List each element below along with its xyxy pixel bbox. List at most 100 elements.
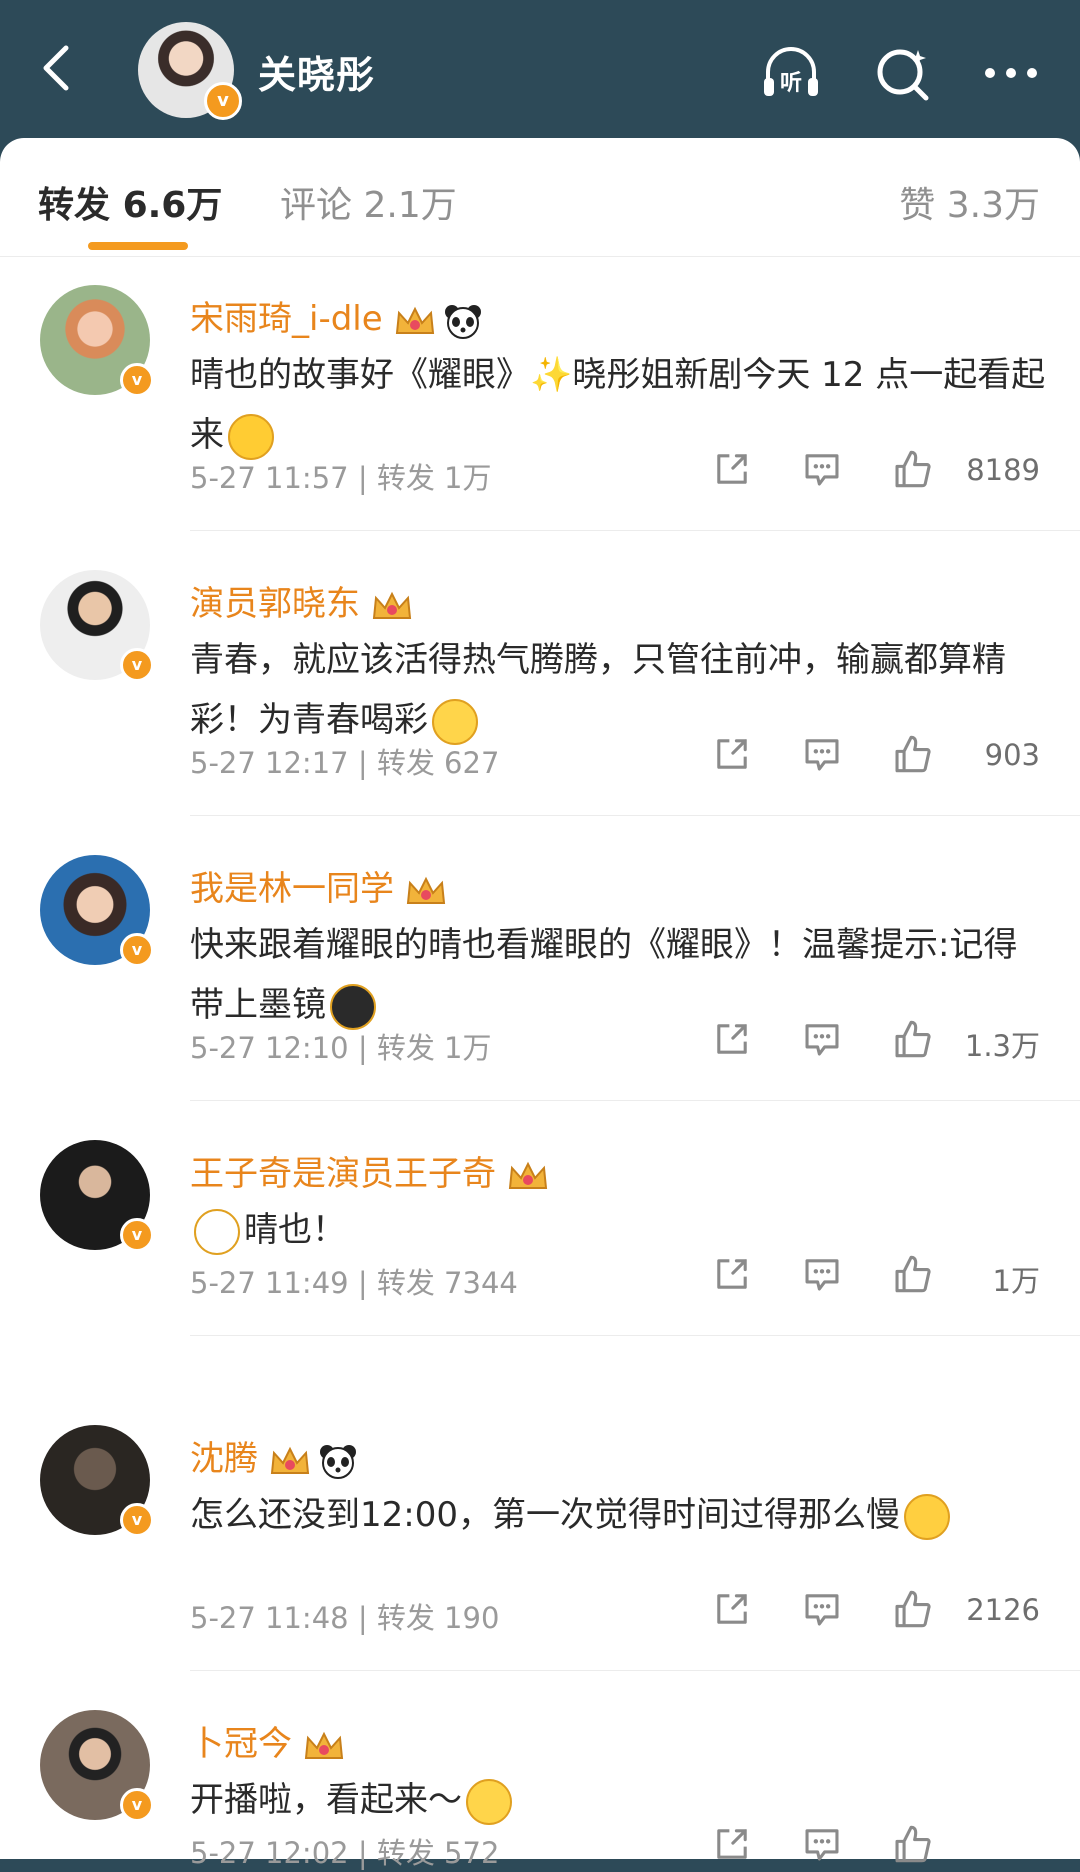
- page-title: 关晓彤: [258, 53, 376, 97]
- share-icon[interactable]: [710, 1587, 754, 1637]
- verified-badge: v: [120, 648, 154, 682]
- meta-separator: |: [348, 1266, 377, 1300]
- comment-forward-count: 转发 190: [376, 1601, 500, 1635]
- crown-badge-icon: [404, 873, 448, 909]
- emoji-icon: [330, 983, 376, 1030]
- like-icon[interactable]: [890, 447, 934, 497]
- comment-icon[interactable]: [800, 1252, 844, 1302]
- comment-actions: 8189: [710, 447, 1040, 497]
- crown-badge-icon: [506, 1158, 550, 1194]
- meta-separator: |: [348, 746, 377, 780]
- commenter-avatar[interactable]: v: [40, 1425, 154, 1537]
- commenter-avatar[interactable]: v: [40, 570, 154, 682]
- tab-bar: 转发 6.6万 评论 2.1万 赞 3.3万: [0, 138, 1080, 257]
- commenter-name-text: 王子奇是演员王子奇: [190, 1154, 496, 1194]
- tab-comments-count: 2.1万: [363, 185, 457, 226]
- comment-text: 晴也！: [190, 1200, 1050, 1260]
- emoji-icon: [228, 413, 274, 460]
- comment-icon[interactable]: [800, 447, 844, 497]
- comment-meta: 5-27 11:49 | 转发 7344: [190, 1260, 518, 1302]
- like-icon[interactable]: [890, 1822, 934, 1872]
- tab-likes-label: 赞: [899, 185, 936, 226]
- comment-actions: [710, 1822, 1040, 1872]
- commenter-name[interactable]: 我是林一同学: [190, 861, 448, 910]
- meta-separator: |: [348, 1031, 377, 1065]
- share-icon[interactable]: [710, 1017, 754, 1067]
- divider: [190, 530, 1080, 531]
- comment-text-content: 青春，就应该活得热气腾腾，只管往前冲，输赢都算精彩！为青春喝彩: [190, 640, 1006, 740]
- comment-icon[interactable]: [800, 1822, 844, 1872]
- commenter-avatar[interactable]: v: [40, 1710, 154, 1822]
- comment-time: 5-27 11:48: [190, 1601, 349, 1635]
- share-icon[interactable]: [710, 1822, 754, 1872]
- share-icon[interactable]: [710, 1252, 754, 1302]
- more-icon[interactable]: [980, 42, 1042, 104]
- search-icon[interactable]: [872, 42, 934, 104]
- commenter-name[interactable]: 宋雨琦_i-dle: [190, 291, 483, 340]
- comment-meta: 5-27 11:57 | 转发 1万: [190, 455, 492, 497]
- commenter-name-text: 我是林一同学: [190, 869, 394, 909]
- tab-comments[interactable]: 评论 2.1万: [280, 176, 457, 228]
- like-count: 2126: [966, 1593, 1040, 1627]
- comment-icon[interactable]: [800, 1017, 844, 1067]
- like-icon[interactable]: [890, 732, 934, 782]
- like-count: 903: [984, 738, 1040, 772]
- tab-forward-label: 转发: [38, 185, 111, 226]
- share-icon[interactable]: [710, 732, 754, 782]
- comment-time: 5-27 12:02: [190, 1836, 349, 1870]
- verified-badge: v: [120, 933, 154, 967]
- top-bar: v 关晓彤 听: [0, 0, 1080, 140]
- like-count: 8189: [966, 453, 1040, 487]
- crown-badge-icon: [370, 588, 414, 624]
- crown-badge-icon: [268, 1443, 312, 1479]
- comment-meta: 5-27 12:17 | 转发 627: [190, 740, 499, 782]
- comment-meta: 5-27 12:10 | 转发 1万: [190, 1025, 492, 1067]
- divider: [190, 815, 1080, 816]
- panda-badge-icon: [443, 303, 483, 339]
- commenter-avatar[interactable]: v: [40, 1140, 154, 1252]
- comment-time: 5-27 11:57: [190, 461, 349, 495]
- comment-text-content: 开播啦，看起来～: [190, 1780, 462, 1820]
- profile-avatar[interactable]: v: [138, 22, 242, 120]
- comment-meta: 5-27 12:02 | 转发 572: [190, 1830, 499, 1872]
- like-icon[interactable]: [890, 1252, 934, 1302]
- commenter-avatar[interactable]: v: [40, 855, 154, 967]
- crown-badge-icon: [393, 303, 437, 339]
- comment-time: 5-27 12:10: [190, 1031, 349, 1065]
- commenter-avatar[interactable]: v: [40, 285, 154, 397]
- commenter-name-text: 沈腾: [190, 1439, 258, 1479]
- comment-text-content: 晴也！: [244, 1210, 346, 1250]
- comment-forward-count: 转发 572: [376, 1836, 500, 1870]
- commenter-name-text: 宋雨琦_i-dle: [190, 299, 383, 339]
- tab-forward[interactable]: 转发 6.6万: [38, 176, 222, 228]
- comment-time: 5-27 11:49: [190, 1266, 349, 1300]
- commenter-name[interactable]: 王子奇是演员王子奇: [190, 1146, 550, 1195]
- comment-icon[interactable]: [800, 1587, 844, 1637]
- verified-badge: v: [120, 363, 154, 397]
- comment-icon[interactable]: [800, 732, 844, 782]
- commenter-name[interactable]: 沈腾: [190, 1431, 358, 1480]
- comment-actions: 903: [710, 732, 1040, 782]
- like-count: 1.3万: [964, 1029, 1040, 1063]
- crown-badge-icon: [302, 1728, 346, 1764]
- tab-forward-count: 6.6万: [122, 185, 223, 226]
- emoji-icon: [466, 1778, 512, 1825]
- commenter-name[interactable]: 卜冠今: [190, 1716, 346, 1765]
- verified-badge: v: [204, 82, 242, 120]
- listen-icon[interactable]: 听: [760, 42, 822, 104]
- like-icon[interactable]: [890, 1017, 934, 1067]
- emoji-icon: [432, 698, 478, 745]
- share-icon[interactable]: [710, 447, 754, 497]
- back-icon[interactable]: [28, 38, 88, 98]
- comment-forward-count: 转发 627: [376, 746, 500, 780]
- tab-likes[interactable]: 赞 3.3万: [899, 176, 1040, 228]
- verified-badge: v: [120, 1503, 154, 1537]
- emoji-icon: [903, 1493, 950, 1540]
- commenter-name[interactable]: 演员郭晓东: [190, 576, 414, 625]
- meta-separator: |: [348, 461, 377, 495]
- meta-separator: |: [348, 1601, 377, 1635]
- like-icon[interactable]: [890, 1587, 934, 1637]
- like-count: 1万: [992, 1264, 1040, 1298]
- comment-actions: 2126: [710, 1587, 1040, 1637]
- comment-forward-count: 转发 7344: [376, 1266, 518, 1300]
